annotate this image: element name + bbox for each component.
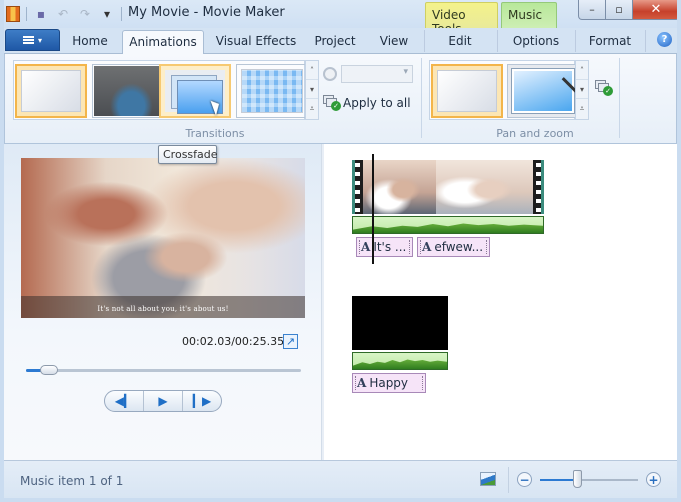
transition-fade[interactable] [92,64,164,118]
context-tab-video-tools: Video Tools [425,2,498,36]
playback-controls: ◀▎ ▶ ▎▶ [104,390,222,412]
previous-frame-button[interactable]: ◀▎ [105,391,144,411]
seek-bar[interactable] [26,369,301,372]
tab-view[interactable]: View [372,30,416,54]
divider [121,7,122,21]
divider [508,467,509,493]
zoom-slider[interactable] [540,479,638,481]
window-controls: – ▫ ✕ [578,0,680,20]
minimize-button[interactable]: – [578,0,606,20]
tab-edit[interactable]: Edit [430,30,490,54]
help-icon[interactable]: ? [657,32,672,47]
gallery-scroll-down-button[interactable]: ▾ [306,80,318,99]
tab-animations[interactable]: Animations [122,30,204,55]
divider [26,7,27,21]
close-button[interactable]: ✕ [633,0,680,20]
pan-zoom-automatic[interactable] [507,64,580,118]
transition-mosaic[interactable] [236,64,308,118]
quick-access-toolbar: ▪ ↶ ↷ ▾ [6,5,122,23]
chevron-down-icon: ▾ [37,35,42,45]
tab-format[interactable]: Format [580,30,640,54]
divider [424,30,425,52]
video-clip[interactable] [352,160,544,214]
gallery-scroll-up-button[interactable]: ˄ [306,61,318,80]
transitions-gallery-scroller: ˄ ▾ ⩡ [305,60,319,120]
status-text: Music item 1 of 1 [20,474,124,488]
apply-to-all-icon: ✓ [323,95,341,111]
ribbon-tab-row: ▾ Home Animations Visual Effects Project… [0,28,681,55]
transition-none[interactable] [15,64,87,118]
maximize-button[interactable]: ▫ [606,0,633,20]
play-button[interactable]: ▶ [144,391,183,411]
film-sprocket [533,160,544,214]
pane-splitter[interactable] [321,144,324,460]
tab-project[interactable]: Project [308,30,362,54]
divider [421,58,422,138]
pan-zoom-apply-to-all-button[interactable]: ✓ [595,80,613,96]
fullscreen-button[interactable]: ↗ [283,334,298,349]
tooltip: Crossfade [158,145,218,164]
video-preview[interactable]: It's not all about you, it's about us! [21,158,305,318]
zoom-level [540,479,578,481]
timecode: 00:02.03/00:25.35 [182,335,285,348]
main-area: It's not all about you, it's about us! 0… [4,144,677,460]
ribbon-panel: ˄ ▾ ⩡ ✓ Apply to all Transitions ˄ ▾ ⩡ ✓… [4,54,677,144]
pan-zoom-gallery [429,60,580,120]
gallery-scroll-up-button[interactable]: ˄ [576,61,588,80]
preview-pane: It's not all about you, it's about us! 0… [4,144,321,460]
window-title: My Movie - Movie Maker [128,5,285,20]
tab-options[interactable]: Options [502,30,570,54]
zoom-slider-thumb[interactable] [573,470,583,488]
zoom-in-button[interactable]: + [646,472,661,487]
gallery-scroll-down-button[interactable]: ▾ [576,80,588,99]
save-icon[interactable]: ▪ [33,6,49,22]
gallery-more-button[interactable]: ⩡ [306,99,318,118]
undo-icon[interactable]: ↶ [55,6,71,22]
pan-zoom-gallery-scroller: ˄ ▾ ⩡ [575,60,589,120]
gallery-more-button[interactable]: ⩡ [576,99,588,118]
duration-dropdown[interactable] [341,65,413,83]
title-bar: ▪ ↶ ↷ ▾ My Movie - Movie Maker Video Too… [0,0,681,36]
tab-home[interactable]: Home [66,30,114,54]
clip-frame [363,160,436,214]
apply-to-all-button[interactable]: ✓ Apply to all [323,95,411,111]
apply-to-all-label: Apply to all [343,96,411,110]
menu-icon [22,35,34,45]
divider [497,30,498,52]
group-label-transitions: Transitions [185,127,245,140]
file-menu-button[interactable]: ▾ [5,29,60,51]
app-icon[interactable] [6,6,20,22]
divider [645,30,646,52]
stopwatch-icon [323,67,337,81]
zoom-out-button[interactable]: − [517,472,532,487]
transitions-gallery [13,60,308,120]
divider [575,30,576,52]
redo-icon[interactable]: ↷ [77,6,93,22]
film-sprocket [352,160,363,214]
group-label-pan-and-zoom: Pan and zoom [496,127,574,140]
status-bar: Music item 1 of 1 − + [4,460,677,498]
next-frame-button[interactable]: ▎▶ [183,391,221,411]
pan-zoom-none[interactable] [431,64,503,118]
seek-thumb[interactable] [40,365,58,375]
divider [619,58,620,138]
customize-dropdown-icon[interactable]: ▾ [99,6,115,22]
clip-frame [436,160,533,214]
video-caption-text: It's not all about you, it's about us! [97,305,229,313]
duration-control [323,65,413,83]
tab-visual-effects[interactable]: Visual Effects [212,30,300,54]
context-tab-music-tools: Music ... [501,2,557,36]
thumbnail-size-icon[interactable] [480,472,496,486]
